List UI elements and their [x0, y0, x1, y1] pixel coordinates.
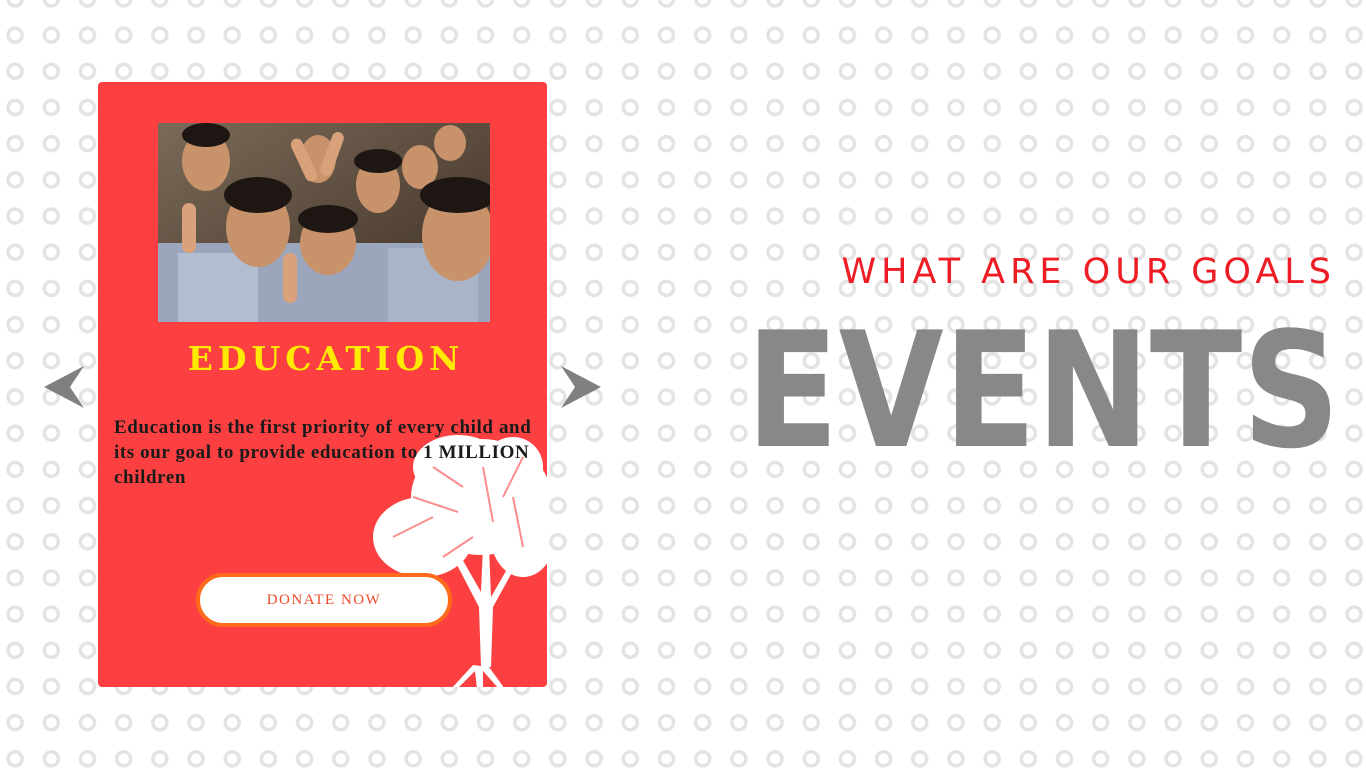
carousel-prev-button[interactable] — [44, 364, 84, 410]
event-card: EDUCATION Education is the first priorit… — [98, 82, 547, 687]
children-group-photo — [158, 123, 490, 322]
arrow-right-icon — [561, 366, 601, 408]
card-description: Education is the first priority of every… — [114, 417, 532, 488]
donate-now-button[interactable]: DONATE NOW — [196, 573, 452, 627]
carousel-next-button[interactable] — [561, 364, 601, 410]
arrow-left-icon — [44, 366, 84, 408]
section-title-text: EVENTS — [746, 316, 1340, 461]
section-title: EVENTS — [738, 316, 1348, 461]
card-title: EDUCATION — [187, 339, 465, 378]
section-kicker: WHAT ARE OUR GOALS — [841, 252, 1336, 292]
